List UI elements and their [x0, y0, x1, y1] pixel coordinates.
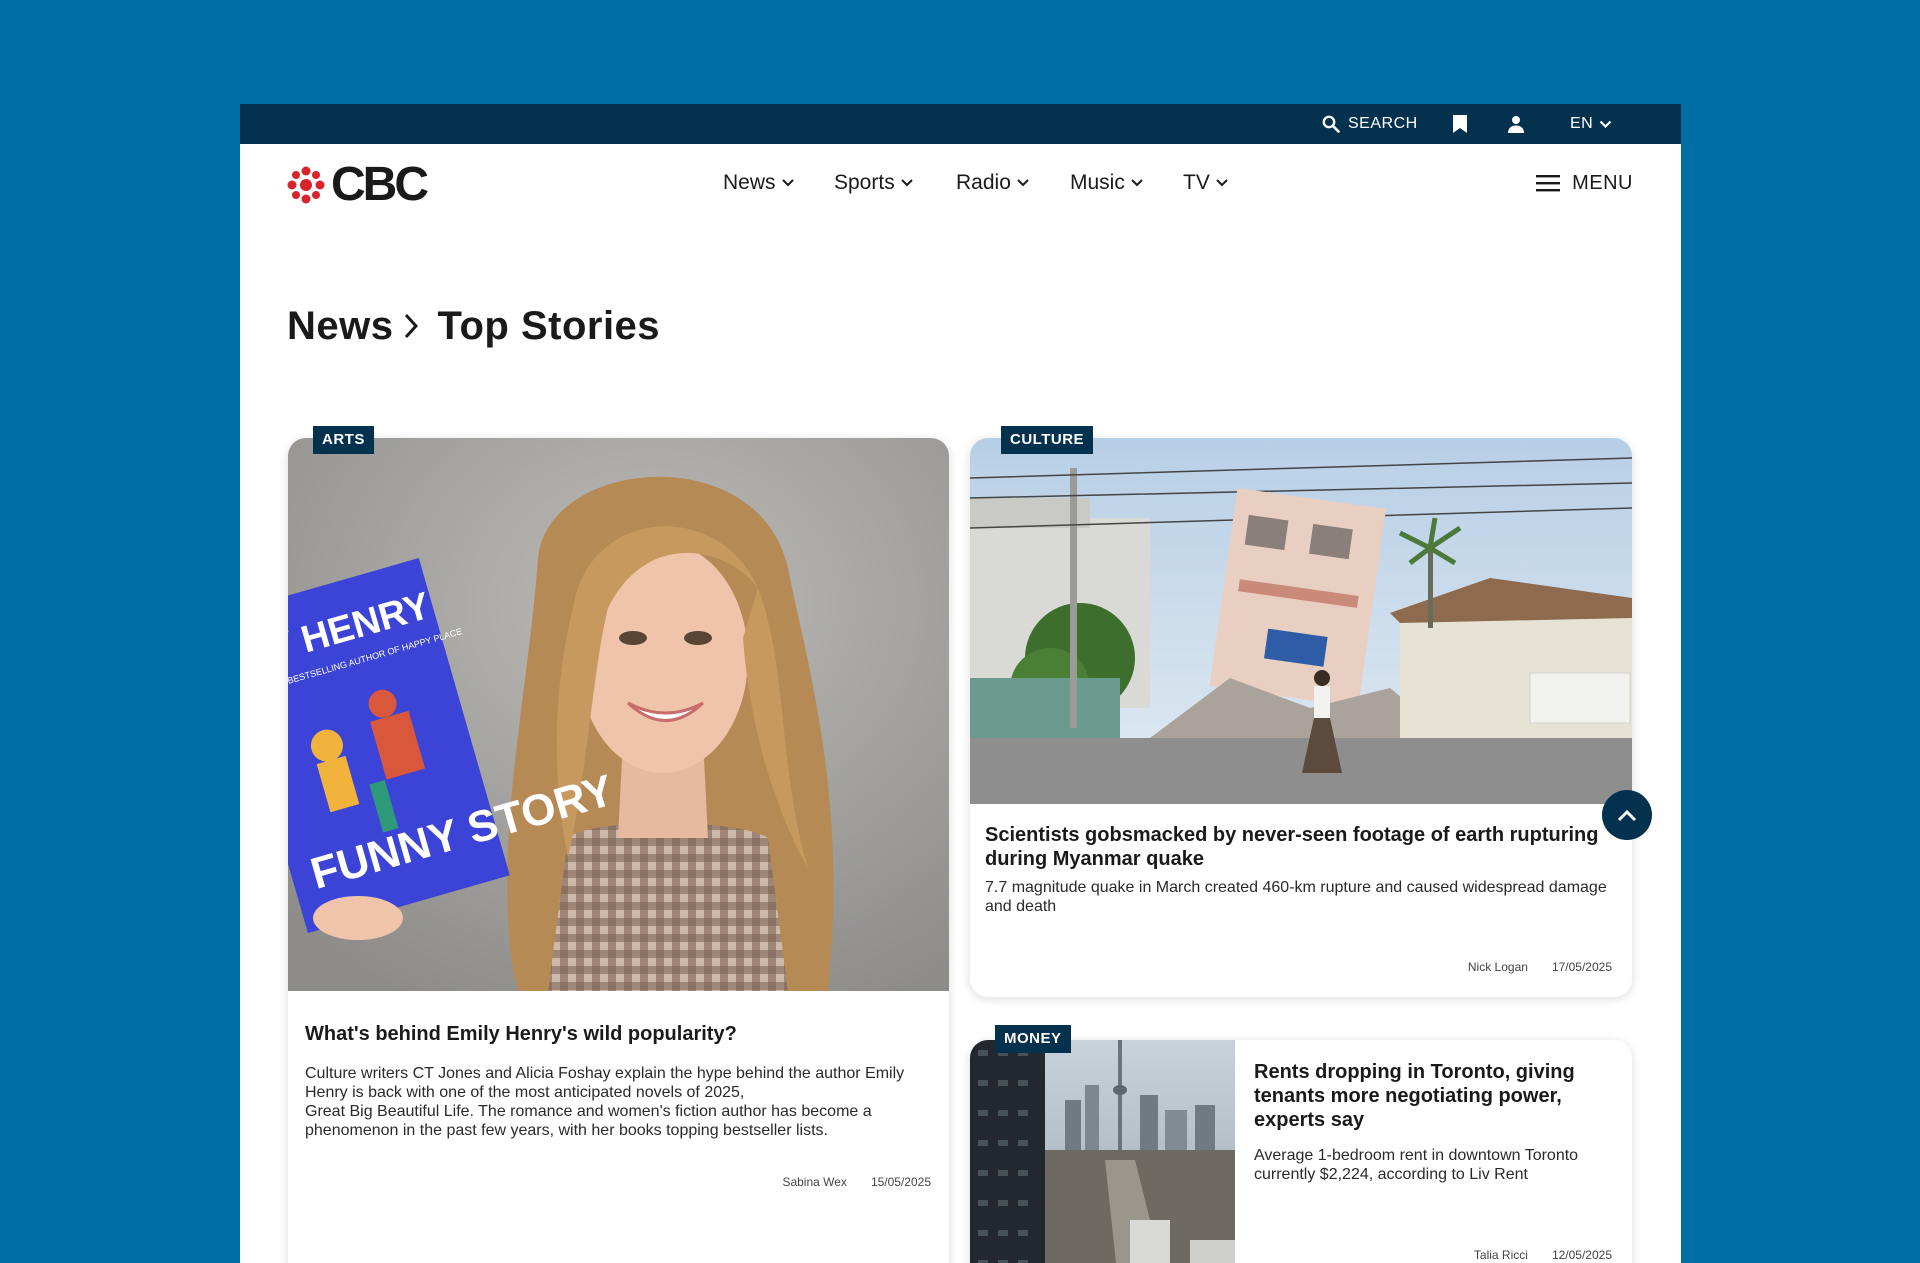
- language-selector[interactable]: EN: [1570, 104, 1612, 144]
- story-description: Culture writers CT Jones and Alicia Fosh…: [305, 1065, 980, 1139]
- story-date: 12/05/2025: [1551, 1248, 1612, 1262]
- toronto-skyline-photo: [970, 1040, 1235, 1263]
- bookmark-icon: [1453, 115, 1467, 133]
- nav-item-news[interactable]: News: [723, 166, 794, 200]
- chevron-up-icon: [1617, 809, 1637, 821]
- story-image: Y HENRY TIMES BESTSELLING AUTHOR OF HAPP…: [288, 438, 949, 991]
- nav-item-label: TV: [1183, 171, 1210, 194]
- bookmark-button[interactable]: [1452, 104, 1468, 144]
- story-card[interactable]: CULTURE Scientists gobsmacked by never-s…: [970, 426, 1632, 997]
- breadcrumb-parent-link[interactable]: News: [287, 304, 394, 349]
- chevron-down-icon: [900, 179, 913, 187]
- story-author: Talia Ricci: [1473, 1248, 1528, 1262]
- utility-bar: SEARCH EN: [240, 104, 1681, 144]
- story-title[interactable]: Rents dropping in Toronto, giving tenant…: [1254, 1060, 1614, 1132]
- language-label: EN: [1570, 115, 1594, 132]
- nav-item-sports[interactable]: Sports: [834, 166, 913, 200]
- story-author: Sabina Wex: [782, 1175, 847, 1189]
- chevron-down-icon: [781, 179, 794, 187]
- author-portrait: Y HENRY TIMES BESTSELLING AUTHOR OF HAPP…: [288, 438, 949, 991]
- chevron-right-icon: [404, 313, 418, 339]
- nav-item-label: Music: [1070, 171, 1125, 194]
- user-icon: [1508, 116, 1524, 133]
- nav-item-label: Radio: [956, 171, 1011, 194]
- story-title[interactable]: What's behind Emily Henry's wild popular…: [305, 1022, 935, 1046]
- nav-item-label: Sports: [834, 171, 895, 194]
- story-image: [970, 438, 1632, 804]
- story-author: Nick Logan: [1467, 960, 1528, 974]
- story-meta: Nick Logan 17/05/2025: [1468, 960, 1612, 974]
- category-tag[interactable]: CULTURE: [1001, 426, 1094, 454]
- page-frame: SEARCH EN CBC News Sports Radio Music TV…: [240, 104, 1681, 1263]
- chevron-down-icon: [1131, 179, 1143, 187]
- story-card[interactable]: MONEY Rents dropping in Toronto, giving …: [970, 1025, 1632, 1263]
- category-tag[interactable]: MONEY: [995, 1025, 1071, 1053]
- story-image: [970, 1040, 1235, 1263]
- search-label: SEARCH: [1348, 115, 1418, 132]
- nav-item-music[interactable]: Music: [1070, 166, 1143, 200]
- chevron-down-icon: [1017, 179, 1029, 187]
- story-card[interactable]: Y HENRY TIMES BESTSELLING AUTHOR OF HAPP…: [288, 426, 980, 1263]
- cbc-gem-icon: [287, 166, 325, 204]
- story-description: 7.7 magnitude quake in March created 460…: [985, 879, 1607, 915]
- breadcrumb: News Top Stories: [287, 296, 660, 356]
- main-nav: CBC News Sports Radio Music TV MENU: [240, 144, 1681, 220]
- story-meta: Sabina Wex 15/05/2025: [782, 1175, 931, 1189]
- nav-item-label: News: [723, 171, 776, 194]
- scroll-to-top-button[interactable]: [1602, 790, 1652, 840]
- cbc-logo[interactable]: CBC: [287, 158, 429, 211]
- menu-label: MENU: [1572, 171, 1633, 194]
- story-title[interactable]: Scientists gobsmacked by never-seen foot…: [985, 823, 1605, 871]
- search-icon: [1322, 115, 1340, 133]
- chevron-down-icon: [1216, 179, 1228, 187]
- hamburger-icon: [1536, 175, 1561, 192]
- earthquake-photo: [970, 438, 1632, 804]
- story-meta: Talia Ricci 12/05/2025: [1474, 1248, 1612, 1262]
- chevron-down-icon: [1599, 120, 1612, 128]
- menu-button[interactable]: MENU: [1536, 166, 1633, 200]
- page-title: Top Stories: [437, 303, 661, 348]
- search-button[interactable]: SEARCH: [1322, 104, 1418, 144]
- nav-item-tv[interactable]: TV: [1183, 166, 1228, 200]
- logo-text: CBC: [331, 158, 429, 211]
- story-description: Average 1-bedroom rent in downtown Toron…: [1254, 1147, 1579, 1183]
- account-button[interactable]: [1507, 104, 1525, 144]
- nav-item-radio[interactable]: Radio: [956, 166, 1029, 200]
- story-date: 17/05/2025: [1551, 960, 1612, 974]
- story-date: 15/05/2025: [870, 1175, 931, 1189]
- category-tag[interactable]: ARTS: [313, 426, 374, 454]
